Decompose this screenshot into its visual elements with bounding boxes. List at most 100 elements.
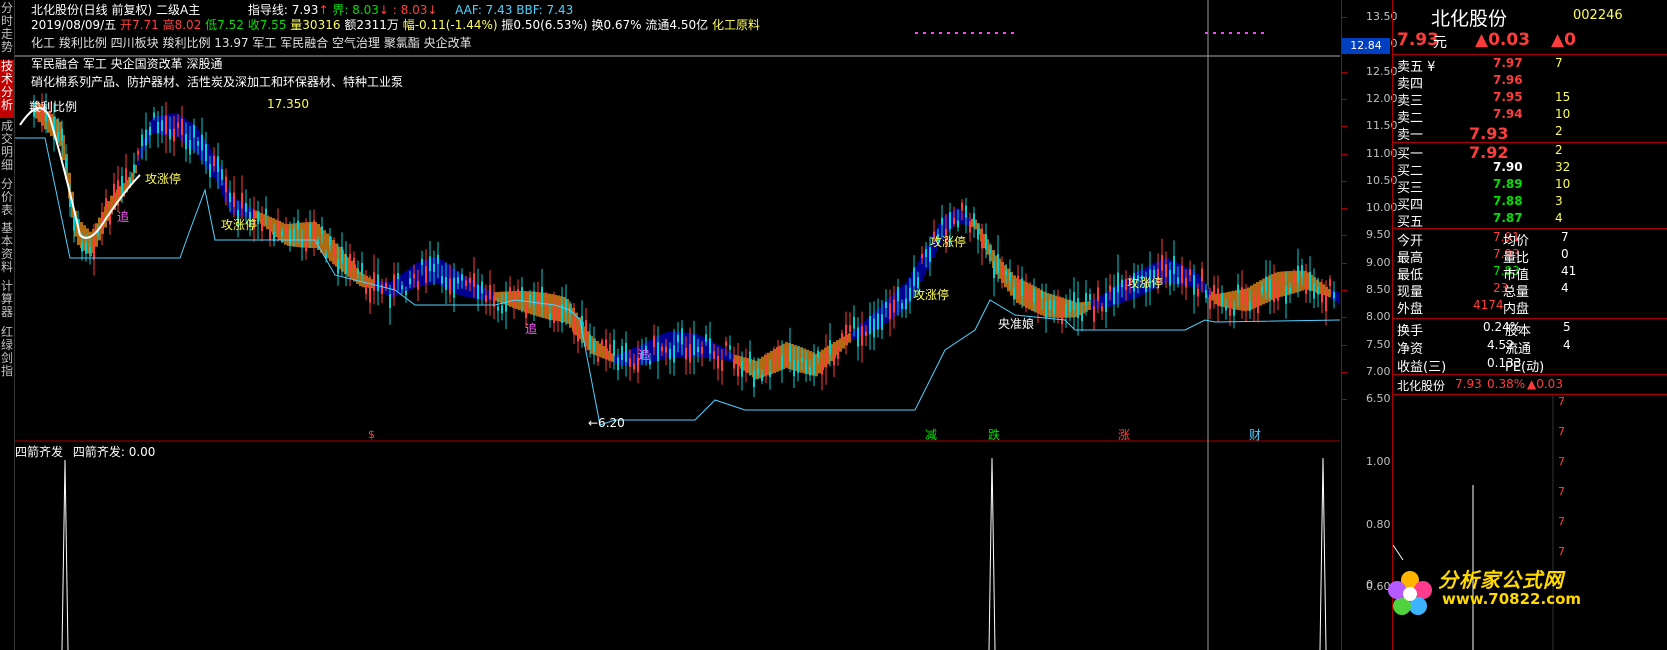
quote-header: 北化股份 002246	[1397, 4, 1667, 30]
ask-price: 7.93	[1469, 124, 1509, 143]
ask-row: 卖五 ¥7.97 7	[1397, 56, 1667, 75]
bar-amplitude: 振0.50(6.53%)	[501, 18, 588, 32]
stat-value-2: 41	[1561, 264, 1577, 278]
tab-trade-detail[interactable]: 成交明细	[0, 120, 14, 176]
signal-cai: 财	[1249, 428, 1262, 442]
tags-line-2: 硝化棉系列产品、防护器材、活性炭及深加工和环保器材、特种工业泵	[31, 75, 404, 89]
ask-price: 7.97	[1493, 56, 1523, 70]
mini-quote: 北化股份 7.93 0.38% ▲0.03	[1397, 377, 1667, 395]
signal-gong-2: 攻涨停	[221, 218, 258, 232]
ask-price: 7.96	[1493, 73, 1523, 87]
signal-gong-4: 攻涨停	[913, 288, 950, 302]
stat-key-2: 内盘	[1503, 302, 1530, 317]
bid-price: 7.88	[1493, 194, 1523, 208]
svg-text:7: 7	[1558, 455, 1565, 468]
signal-zhui-1: 追	[117, 210, 130, 224]
guide-line-value: 指导线: 7.93	[247, 3, 319, 17]
quote-stock-name: 北化股份	[1431, 8, 1508, 30]
stat2-value-2: 5	[1563, 320, 1571, 334]
bid-volume: 32	[1555, 160, 1571, 174]
bid-volume: 4	[1555, 211, 1563, 225]
tab-red-green[interactable]: 红绿剑指	[0, 326, 14, 384]
stat2-row: 换手 0.24% 股本 5	[1397, 320, 1667, 339]
bar-volume: 量30316	[290, 18, 341, 32]
ask-volume: 10	[1555, 107, 1571, 121]
stat-value: 4174	[1473, 298, 1504, 312]
mini-price: 7.93	[1455, 377, 1482, 391]
kline-chart[interactable]	[15, 0, 1340, 650]
svg-text:7: 7	[1558, 425, 1565, 438]
mini-chg: ▲0.03	[1527, 377, 1563, 391]
header-line-2: 2019/08/09/五 开7.71 高8.02 低7.52 收7.55 量30…	[31, 16, 760, 33]
stat2-key-2: PE(动)	[1505, 360, 1545, 375]
bar-high: 高8.02	[162, 18, 202, 32]
concept-line: 化工 羧利比例 四川板块 羧利比例 13.97 军工 军民融合 空气治理 聚氯酯…	[31, 36, 472, 50]
tab-calculator[interactable]: 计算器	[0, 280, 14, 324]
tab-technical-analysis[interactable]: 技术分析	[0, 60, 14, 118]
stock-title: 北化股份(日线 前复权) 二级A主	[31, 3, 201, 17]
jie-value: 界: 8.03	[332, 3, 379, 17]
mini-pct: 0.38%	[1487, 377, 1526, 391]
stat2-key: 收益(三)	[1397, 360, 1447, 375]
stat-row: 最高 7.93 量比 0	[1397, 247, 1667, 266]
signal-gong-5: 攻涨停	[1127, 276, 1164, 290]
tab-price-table[interactable]: 分价表	[0, 178, 14, 222]
watermark-site: 分析家公式网	[1438, 568, 1564, 592]
stat2-key-2: 流通	[1505, 342, 1532, 357]
signal-gong-1: 攻涨停	[145, 172, 182, 186]
signal-zhui-3: 追	[638, 348, 651, 362]
svg-text:7: 7	[1558, 485, 1565, 498]
bid-row: 买二 7.90 32	[1397, 160, 1667, 179]
quote-stock-code: 002246	[1573, 8, 1623, 23]
ask-price: 7.94	[1493, 107, 1523, 121]
bbf-value: BBF: 7.43	[516, 3, 574, 17]
quote-change-pct: ▲0	[1551, 30, 1576, 50]
price-tick: 9.00	[1366, 255, 1391, 269]
bid-volume: 2	[1555, 143, 1563, 157]
stat-value-2: 7	[1561, 230, 1569, 244]
svg-text:7: 7	[1558, 395, 1565, 408]
bar-date: 2019/08/09/五	[31, 18, 117, 32]
price-axis: 13.5013.0012.5012.0011.5011.0010.5010.00…	[1341, 0, 1398, 650]
bar-float: 流通4.50亿	[645, 18, 709, 32]
left-tab-bar: 分时走势 技术分析 成交明细 分价表 基本资料 计算器 红绿剑指	[0, 0, 15, 650]
svg-text:7: 7	[1558, 515, 1565, 528]
signal-gong-3: 攻涨停	[930, 235, 967, 249]
ask-volume: 2	[1555, 124, 1563, 138]
bar-amount: 额2311万	[344, 18, 399, 32]
ask-price: 7.95	[1493, 90, 1523, 104]
bar-change: 幅-0.11(-1.44%)	[402, 18, 498, 32]
tab-intraday[interactable]: 分时走势	[0, 2, 14, 60]
stat-key: 外盘	[1397, 302, 1424, 317]
stat-value-2: 4	[1561, 281, 1569, 295]
bar-open: 开7.71	[120, 18, 159, 32]
signal-yangzhun: 央准娘	[998, 317, 1035, 331]
stat2-row: 净资 4.52 流通 4	[1397, 338, 1667, 357]
signal-jian: 减	[925, 428, 938, 442]
ask-row: 卖四 7.96	[1397, 73, 1667, 92]
bid-volume: 10	[1555, 177, 1571, 191]
bar-industry: 化工原料	[711, 18, 760, 32]
signal-die: 跌	[988, 428, 1001, 442]
flower-logo-icon	[1388, 571, 1432, 615]
chart-area[interactable]: 北化股份(日线 前复权) 二级A主 指导线: 7.93↑ 界: 8.03↓ : …	[15, 0, 1340, 650]
sub-title: 四箭齐发	[15, 445, 64, 459]
bid-price: 7.89	[1493, 177, 1523, 191]
stat2-key-2: 股本	[1505, 324, 1532, 339]
bid-price: 7.87	[1493, 211, 1523, 225]
site-watermark: 分析家公式网 www.70822.com	[1380, 562, 1667, 650]
sub-tick: 0.80	[1366, 517, 1391, 531]
bar-close: 收7.55	[247, 18, 287, 32]
quote-price-row: 7.93 元 ▲0.03 ▲0	[1397, 30, 1667, 52]
price-tick: 9.50	[1366, 228, 1391, 242]
tags-line-1: 军民融合 军工 央企国资改革 深股通	[31, 57, 223, 71]
ask-row: 卖二 7.94 10	[1397, 107, 1667, 126]
sub-panel-title: 四箭齐发 四箭齐发: 0.00	[15, 443, 155, 460]
watermark-url: www.70822.com	[1442, 590, 1582, 608]
signal-dollar: $	[368, 428, 375, 441]
stat-value-2: 0	[1561, 247, 1569, 261]
tab-basic-info[interactable]: 基本资料	[0, 222, 14, 278]
bid-row: 买三 7.89 10	[1397, 177, 1667, 196]
stat2-key: 换手	[1397, 324, 1424, 339]
sub-value: 四箭齐发: 0.00	[72, 445, 156, 459]
